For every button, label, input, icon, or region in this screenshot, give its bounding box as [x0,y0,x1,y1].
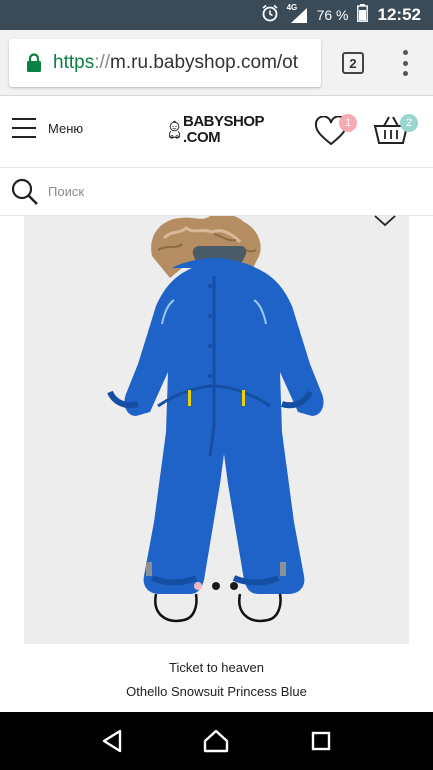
snowsuit-image [107,216,324,623]
alarm-icon [261,4,279,27]
lock-icon [23,51,45,75]
search-icon[interactable] [10,177,40,207]
menu-label: Меню [48,120,84,136]
product-title[interactable]: Othello Snowsuit Princess Blue [0,684,433,699]
search-input[interactable] [48,184,408,199]
android-nav-bar [0,712,433,770]
status-bar: 4G 76 % 12:52 [0,0,433,30]
battery-percent: 76 % [316,7,349,23]
cart-count-badge: 2 [400,114,418,132]
wishlist-count-badge: 1 [339,114,357,132]
url-scheme: https [53,52,95,73]
browser-toolbar: https://m.ru.babyshop.com/ot 2 [0,30,433,96]
battery-icon [356,3,368,27]
menu-button[interactable]: Меню [12,118,83,138]
search-bar [0,168,433,216]
logo-line-1: BABYSHOP [182,113,265,130]
back-triangle-icon[interactable] [92,721,132,761]
tab-switcher-button[interactable]: 2 [342,52,364,74]
network-type: 4G [286,3,298,12]
image-carousel-dots [194,582,238,590]
clock: 12:52 [377,5,421,24]
carousel-dot-2[interactable] [212,582,220,590]
url-host: m.ru.babyshop.com/ot [110,52,299,73]
carousel-dot-1[interactable] [194,582,202,590]
url-separator: :// [94,52,111,73]
address-bar[interactable]: https://m.ru.babyshop.com/ot [9,39,321,87]
browser-menu-button[interactable] [398,50,412,76]
recents-square-icon[interactable] [301,721,341,761]
logo-line-2: .COM [182,129,221,146]
url-text: https://m.ru.babyshop.com/ot [53,52,298,74]
carousel-dot-3[interactable] [230,582,238,590]
product-image[interactable] [24,216,409,644]
chevron-down-icon[interactable] [374,214,396,227]
babyshop-logo[interactable]: BABYSHOP .COM [168,108,265,152]
hamburger-icon [12,118,36,138]
home-icon[interactable] [196,721,236,761]
baby-logo-icon [168,120,181,139]
site-header: Меню BABYSHOP .COM 1 2 [0,96,433,168]
product-brand[interactable]: Ticket to heaven [0,660,433,675]
signal-icon: 4G [286,3,309,24]
logo-text: BABYSHOP .COM [182,113,265,146]
